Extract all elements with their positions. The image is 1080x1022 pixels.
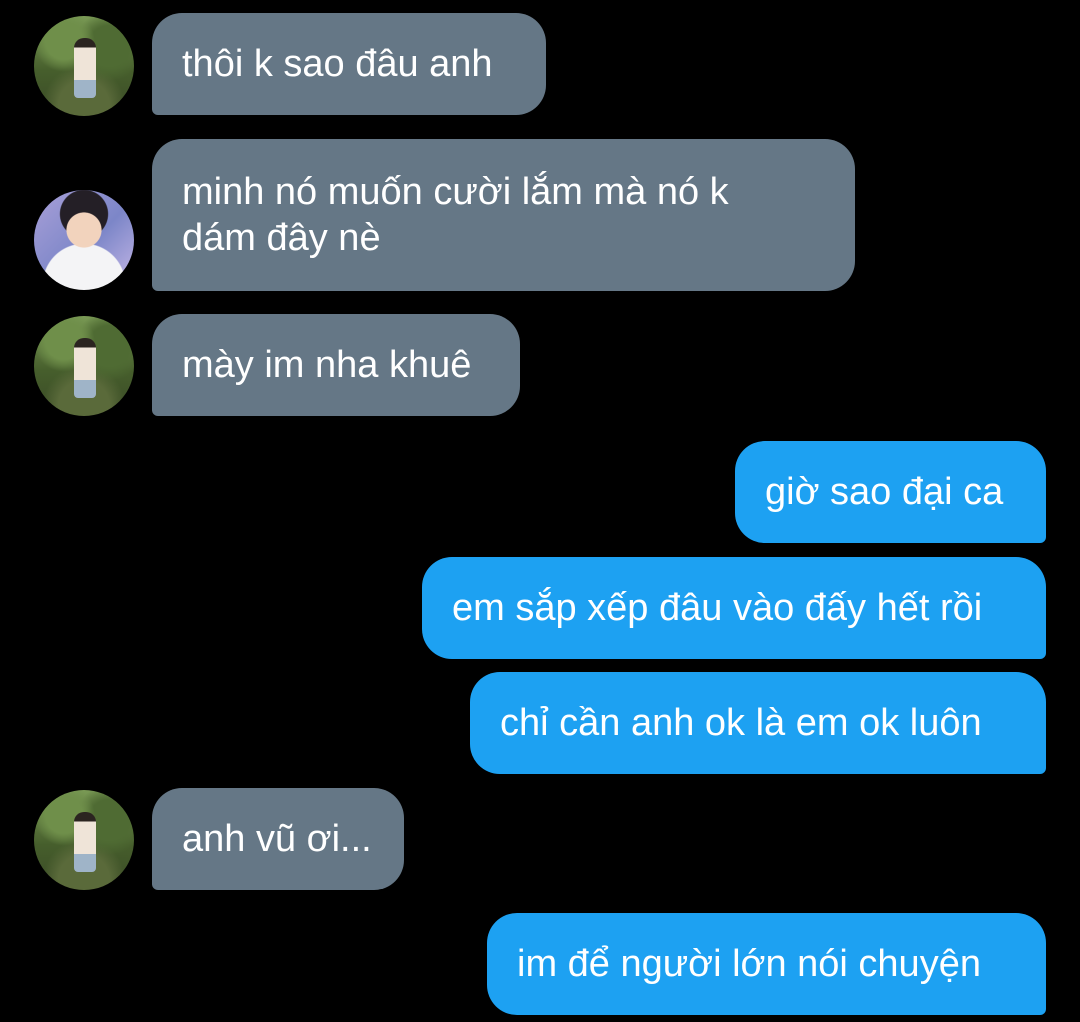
avatar-figure [74,338,96,398]
avatar[interactable] [34,16,134,116]
incoming-message-bubble[interactable]: thôi k sao đâu anh [152,13,546,115]
chat-thread: thôi k sao đâu anh minh nó muốn cười lắm… [0,0,1080,1022]
avatar-figure [74,812,96,872]
incoming-message-bubble[interactable]: minh nó muốn cười lắm mà nó k dám đây nè [152,139,855,291]
outgoing-message-bubble[interactable]: im để người lớn nói chuyện [487,913,1046,1015]
incoming-message-bubble[interactable]: mày im nha khuê [152,314,520,416]
incoming-message-bubble[interactable]: anh vũ ơi... [152,788,404,890]
outgoing-message-bubble[interactable]: em sắp xếp đâu vào đấy hết rồi [422,557,1046,659]
avatar-figure [74,38,96,98]
outgoing-message-bubble[interactable]: giờ sao đại ca [735,441,1046,543]
avatar[interactable] [34,790,134,890]
avatar[interactable] [34,316,134,416]
outgoing-message-bubble[interactable]: chỉ cần anh ok là em ok luôn [470,672,1046,774]
avatar[interactable] [34,190,134,290]
